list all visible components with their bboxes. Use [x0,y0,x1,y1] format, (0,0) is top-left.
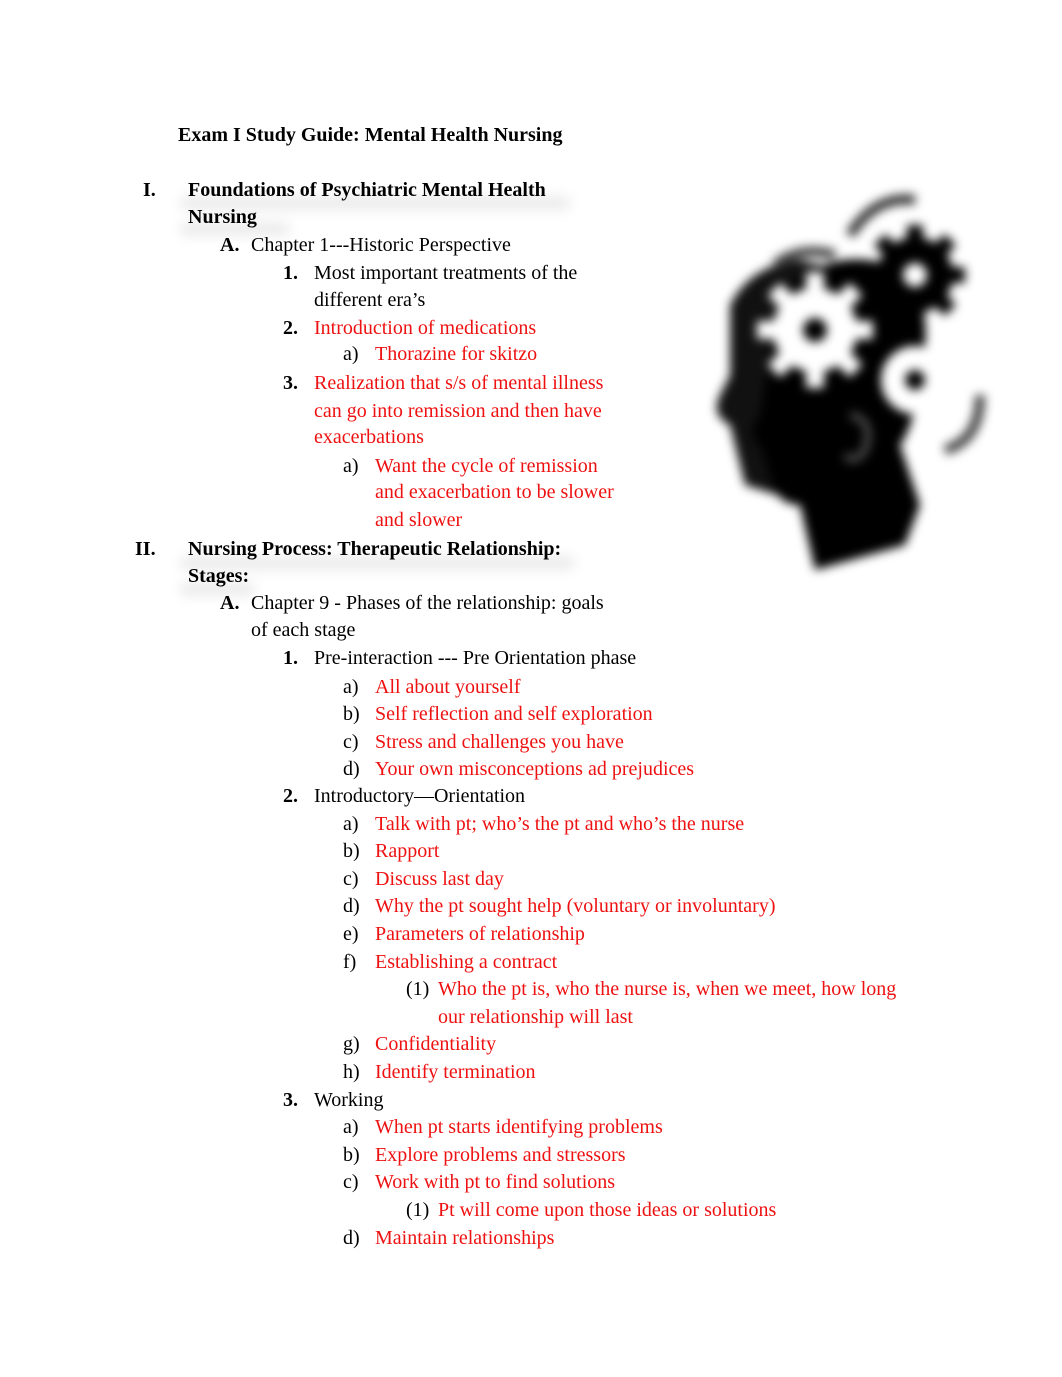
item-marker: 2. [283,317,298,339]
item-text: Realization that s/s of mental illness [314,372,604,394]
section-heading: Nursing [188,206,257,228]
subitem-marker: d) [343,758,360,780]
subitem-marker: a) [343,1116,359,1138]
subitem-text: Talk with pt; who’s the pt and who’s the… [375,813,745,835]
section-marker: I. [143,179,156,201]
subsection-text: Chapter 1---Historic Perspective [251,234,511,256]
subitem-text: Identify termination [375,1061,536,1083]
subitem-text: Discuss last day [375,868,504,890]
subsubitem-text: Pt will come upon those ideas or solutio… [438,1199,777,1221]
subitem-text: Stress and challenges you have [375,731,624,753]
section-heading: Foundations of Psychiatric Mental Health [188,179,546,201]
subitem-text: Why the pt sought help (voluntary or inv… [375,895,776,917]
item-text: Introduction of medications [314,317,537,339]
subitem-text: Work with pt to find solutions [375,1171,616,1193]
head-with-gears-icon [716,194,985,570]
subitem-marker: a) [343,813,359,835]
subitem-text: Thorazine for skitzo [375,343,538,365]
subitem-marker: b) [343,1144,360,1166]
subsubitem-text: our relationship will last [438,1006,633,1028]
subitem-marker: h) [343,1061,360,1083]
item-marker: 2. [283,785,298,807]
subitem-marker: a) [343,676,359,698]
item-text: different era’s [314,289,426,311]
subitem-marker: d) [343,1227,360,1249]
subitem-text: Self reflection and self exploration [375,703,653,725]
subitem-marker: c) [343,868,359,890]
subsubitem-marker: (1) [406,1199,430,1221]
subitem-marker: d) [343,895,360,917]
subitem-text: and exacerbation to be slower [375,481,614,503]
item-text: can go into remission and then have [314,400,602,422]
subitem-text: and slower [375,509,463,531]
subitem-marker: c) [343,731,359,753]
section-heading: Nursing Process: Therapeutic Relationshi… [188,538,562,560]
subitem-text: Explore problems and stressors [375,1144,626,1166]
subitem-marker: b) [343,840,360,862]
item-text: Introductory—Orientation [314,785,526,807]
item-text: Pre-interaction --- Pre Orientation phas… [314,647,637,669]
section-heading: Stages: [188,565,250,587]
subitem-marker: e) [343,923,359,945]
subitem-text: Your own misconceptions ad prejudices [375,758,695,780]
subitem-marker: c) [343,1171,359,1193]
item-text: Working [314,1089,384,1111]
subsection-text: of each stage [251,619,356,641]
item-marker: 3. [283,372,298,394]
document-title: Exam I Study Guide: Mental Health Nursin… [178,124,563,146]
section-marker: II. [135,538,156,560]
item-text: Most important treatments of the [314,262,578,284]
subitem-text: Confidentiality [375,1033,497,1055]
item-marker: 1. [283,647,298,669]
subitem-marker: f) [343,951,357,973]
subitem-text: When pt starts identifying problems [375,1116,663,1138]
subsubitem-marker: (1) [406,978,430,1000]
subitem-marker: b) [343,703,360,725]
subitem-text: Rapport [375,840,440,862]
subsection-marker: A. [220,592,240,614]
subsection-marker: A. [220,234,240,256]
subsubitem-text: Who the pt is, who the nurse is, when we… [438,978,897,1000]
item-marker: 3. [283,1089,298,1111]
item-marker: 1. [283,262,298,284]
subitem-marker: a) [343,343,359,365]
subitem-text: Establishing a contract [375,951,558,973]
subitem-text: All about yourself [375,676,521,698]
subitem-text: Parameters of relationship [375,923,585,945]
subitem-text: Want the cycle of remission [375,455,598,477]
subitem-marker: g) [343,1033,360,1055]
subitem-marker: a) [343,455,359,477]
subitem-text: Maintain relationships [375,1227,555,1249]
item-text: exacerbations [314,426,424,448]
subsection-text: Chapter 9 - Phases of the relationship: … [251,592,604,614]
